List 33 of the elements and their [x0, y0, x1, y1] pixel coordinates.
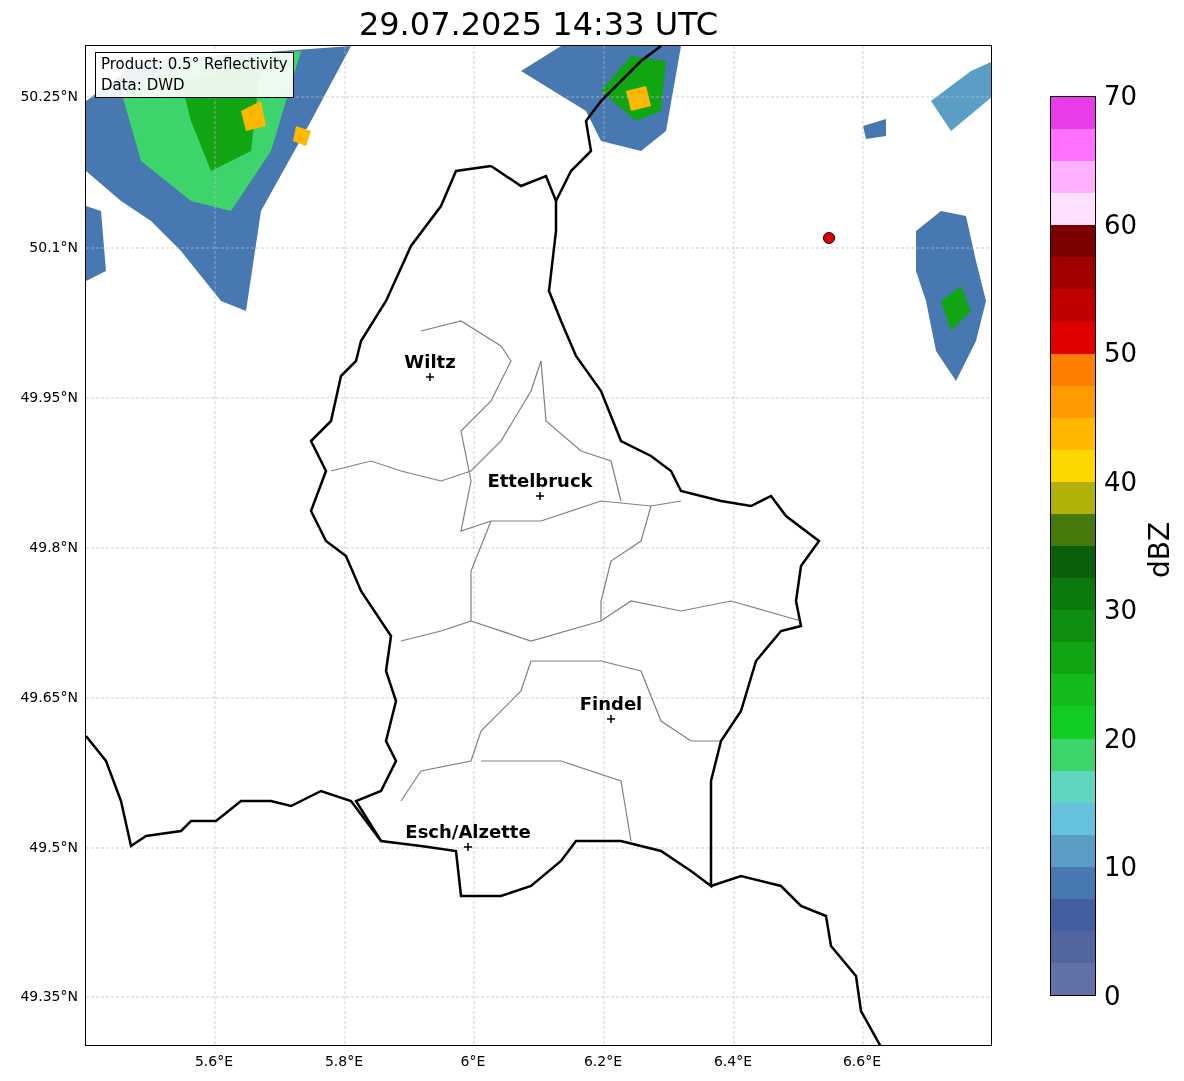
- info-text: Data: DWD: [101, 75, 186, 96]
- latitude-tick-label: 49.5°N: [29, 838, 78, 856]
- latitude-tick-label: 49.8°N: [29, 538, 78, 556]
- city-label: Findel: [579, 693, 643, 715]
- latitude-tick-label: 50.1°N: [29, 238, 78, 256]
- colorbar-tick-label: 70: [1104, 81, 1138, 111]
- colorbar-label: dBZ: [1144, 521, 1176, 579]
- city-marker-icon: [464, 843, 472, 851]
- colorbar-tick-label: 10: [1104, 852, 1138, 883]
- city-marker-icon: [536, 492, 544, 500]
- city-marker-icon: [426, 373, 434, 381]
- chart-title: 29.07.2025 14:33 UTC: [358, 4, 719, 44]
- colorbar-tick-label: 20: [1104, 723, 1138, 754]
- colorbar-tick-label: 30: [1104, 595, 1138, 626]
- latitude-tick-label: 49.95°N: [20, 388, 78, 406]
- longitude-tick-label: 6.6°E: [842, 1052, 882, 1070]
- city-label: Esch/Alzette: [405, 821, 531, 843]
- longitude-tick-label: 6°E: [460, 1052, 486, 1070]
- longitude-tick-label: 5.6°E: [194, 1052, 234, 1070]
- longitude-tick-label: 6.2°E: [583, 1052, 623, 1070]
- latitude-tick-label: 50.25°N: [20, 87, 78, 105]
- city-label: Wiltz: [404, 351, 456, 373]
- city-marker-icon: [607, 715, 615, 723]
- colorbar-tick-label: 0: [1104, 981, 1121, 1011]
- colorbar-tick-label: 40: [1104, 466, 1138, 497]
- info-text: Product: 0.5° Reflectivity: [101, 54, 288, 75]
- longitude-tick-label: 6.4°E: [713, 1052, 753, 1070]
- city-label: Ettelbruck: [487, 470, 593, 492]
- latitude-tick-label: 49.35°N: [20, 987, 78, 1005]
- latitude-tick-label: 49.65°N: [20, 688, 78, 706]
- colorbar-tick-label: 60: [1104, 209, 1138, 240]
- colorbar-tick-label: 50: [1104, 338, 1138, 369]
- longitude-tick-label: 5.8°E: [324, 1052, 364, 1070]
